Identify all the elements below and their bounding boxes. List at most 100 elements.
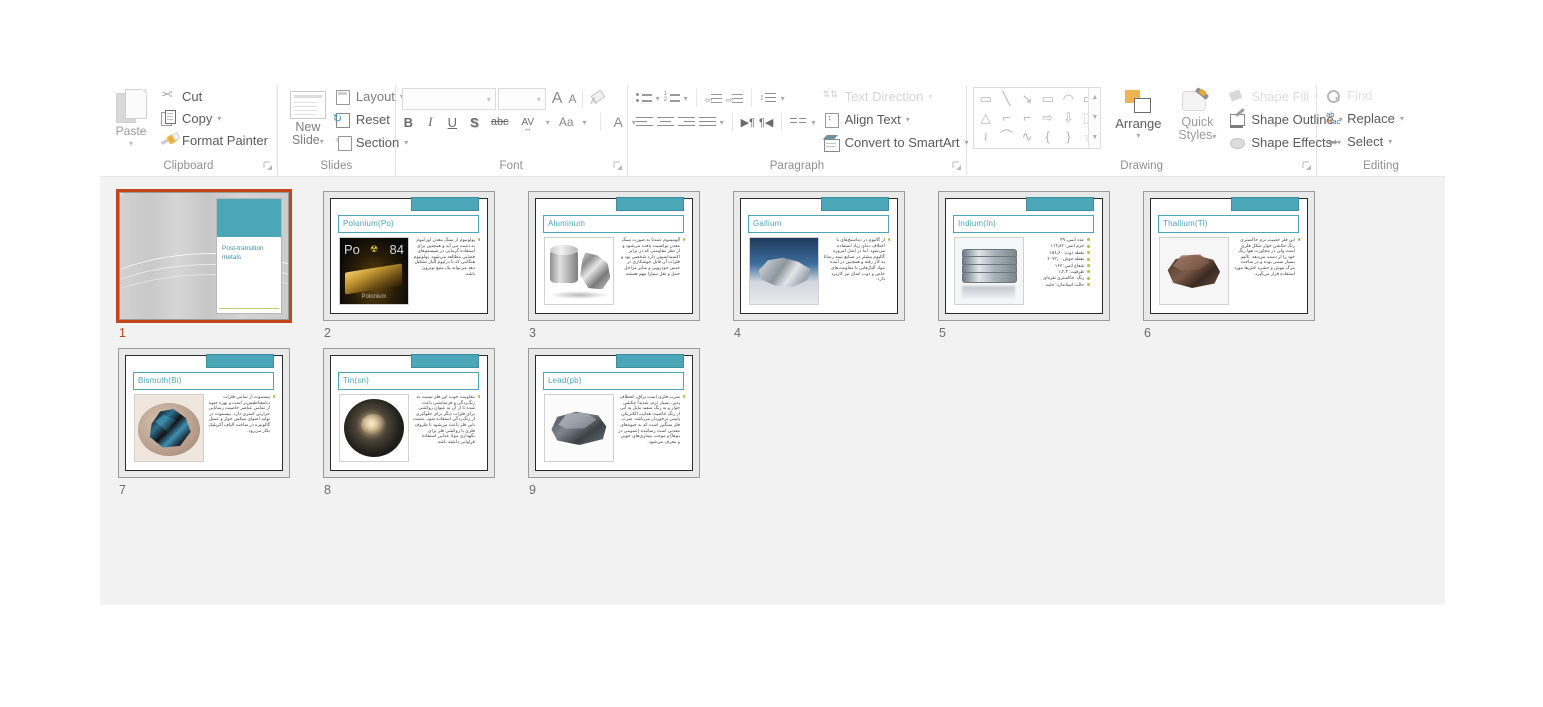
slide-thumbnail-canvas[interactable]: Indium(In) عدد اتمی: ۴۹ جرم اتمی: ۱۱۴٫۸۲ ن… xyxy=(938,191,1110,321)
slide-thumbnail-frame[interactable]: Polonium(Po) Po ☢ 84 Polonium پولونیوم ا… xyxy=(321,189,497,323)
change-case-button[interactable]: Aa xyxy=(559,115,574,129)
slide-thumbnail-frame[interactable]: Lead(pb) سرب فلزی است براق، انعطاف پذیر،… xyxy=(526,346,702,480)
clipboard-dialog-launcher[interactable] xyxy=(263,161,273,171)
slide-thumbnail-canvas[interactable]: Lead(pb) سرب فلزی است براق، انعطاف پذیر،… xyxy=(528,348,700,478)
copy-caret-icon[interactable]: ▾ xyxy=(217,114,221,123)
bullets-caret-icon[interactable]: ▾ xyxy=(656,94,660,103)
arrange-caret-icon[interactable]: ▾ xyxy=(1109,131,1167,140)
slide-thumbnail-4[interactable]: Gallium از گالیوم در دماسنج‌های با اختلا… xyxy=(731,189,936,340)
slide-thumbnail-frame[interactable]: Indium(In) عدد اتمی: ۴۹ جرم اتمی: ۱۱۴٫۸۲ ن… xyxy=(936,189,1112,323)
strikethrough-button[interactable]: abc xyxy=(490,116,510,128)
quick-styles-button[interactable]: Quick Styles▾ xyxy=(1171,87,1223,143)
shape-option-icon[interactable]: ⌐ xyxy=(997,109,1016,127)
text-shadow-button[interactable]: S xyxy=(468,115,481,130)
columns-icon[interactable] xyxy=(790,116,807,129)
change-case-caret-icon[interactable]: ▾ xyxy=(583,118,587,127)
slide-thumbnail-frame[interactable]: Aluminum آلومینیوم عمدتاً به صورت سنگ مع… xyxy=(526,189,702,323)
paste-caret-icon[interactable]: ▾ xyxy=(108,139,154,148)
shape-option-icon[interactable]: ⌐ xyxy=(1018,109,1037,127)
ltr-text-direction-icon[interactable]: ▶¶ xyxy=(741,116,755,129)
drawing-dialog-launcher[interactable] xyxy=(1302,161,1312,171)
arrange-button[interactable]: Arrange ▾ xyxy=(1109,87,1167,140)
character-spacing-caret-icon[interactable]: ▾ xyxy=(546,118,550,127)
character-spacing-button[interactable]: AV ↔ xyxy=(519,117,537,133)
align-text-caret-icon[interactable]: ▾ xyxy=(906,115,910,124)
rtl-text-direction-icon[interactable]: ¶◀ xyxy=(759,116,773,129)
numbering-icon[interactable]: 1 2 xyxy=(664,91,680,105)
shape-option-icon[interactable]: ↘ xyxy=(1018,90,1037,108)
shapes-gallery-scrollbar[interactable]: ▲ ▼ ▼ xyxy=(1088,88,1101,148)
clear-formatting-button[interactable]: A xyxy=(589,89,607,108)
underline-button[interactable]: U xyxy=(446,115,459,130)
shape-option-icon[interactable]: ▭ xyxy=(1038,90,1057,108)
find-button[interactable]: Find xyxy=(1325,85,1404,107)
slide-thumbnail-canvas[interactable]: Tin(sn) مقاومت خوب این فلز نسبت به زنگ‌ز… xyxy=(323,348,495,478)
new-slide-caret-icon[interactable]: ▾ xyxy=(320,137,324,146)
quick-styles-caret-icon[interactable]: ▾ xyxy=(1212,132,1216,141)
cut-button[interactable]: Cut xyxy=(160,85,268,107)
shape-option-icon[interactable]: ⇨ xyxy=(1038,109,1057,127)
shape-option-icon[interactable]: ⇩ xyxy=(1059,109,1078,127)
increase-font-size-button[interactable]: A xyxy=(552,90,563,108)
slide-thumbnail-canvas[interactable]: Post-transition metals xyxy=(119,192,289,320)
shapes-more-icon[interactable]: ▼ xyxy=(1089,128,1100,148)
font-color-button[interactable]: A xyxy=(614,114,623,130)
replace-caret-icon[interactable]: ▾ xyxy=(1400,114,1404,123)
slide-thumbnail-canvas[interactable]: Bismuth(Bi) بیسموت از تمامی فلزات دیامغن… xyxy=(118,348,290,478)
slide-thumbnail-canvas[interactable]: Thallium(Tl) این فلز خصیت نرم خاکستری رن… xyxy=(1143,191,1315,321)
format-painter-button[interactable]: Format Painter xyxy=(160,129,268,151)
align-text-button[interactable]: ↕ Align Text ▾ xyxy=(823,108,969,131)
align-left-icon[interactable] xyxy=(635,116,653,129)
line-spacing-icon[interactable]: ↕ xyxy=(760,92,777,105)
shape-option-icon[interactable]: ◠ xyxy=(1059,90,1078,108)
shapes-scroll-down-icon[interactable]: ▼ xyxy=(1089,108,1100,128)
slide-thumbnail-6[interactable]: Thallium(Tl) این فلز خصیت نرم خاکستری رن… xyxy=(1141,189,1346,340)
font-dialog-launcher[interactable] xyxy=(613,161,623,171)
align-center-icon[interactable] xyxy=(656,116,674,129)
slide-thumbnail-8[interactable]: Tin(sn) مقاومت خوب این فلز نسبت به زنگ‌ز… xyxy=(321,346,526,497)
italic-button[interactable]: I xyxy=(424,114,437,130)
slide-thumbnail-frame[interactable]: Post-transition metals xyxy=(116,189,292,323)
slide-thumbnail-9[interactable]: Lead(pb) سرب فلزی است براق، انعطاف پذیر،… xyxy=(526,346,731,497)
font-size-caret-icon[interactable]: ▾ xyxy=(537,95,541,104)
convert-to-smartart-button[interactable]: Convert to SmartArt ▾ xyxy=(822,131,969,154)
shape-option-icon[interactable]: ⌒ xyxy=(997,128,1016,146)
justify-caret-icon[interactable]: ▾ xyxy=(720,118,724,127)
font-name-input[interactable]: ▾ xyxy=(401,88,496,110)
slide-thumbnail-canvas[interactable]: Aluminum آلومینیوم عمدتاً به صورت سنگ مع… xyxy=(528,191,700,321)
line-spacing-caret-icon[interactable]: ▾ xyxy=(781,94,785,103)
slide-thumbnail-7[interactable]: Bismuth(Bi) بیسموت از تمامی فلزات دیامغن… xyxy=(116,346,321,497)
increase-indent-icon[interactable]: ⇨ xyxy=(726,92,743,105)
shape-option-icon[interactable]: { xyxy=(1038,128,1057,146)
shape-option-icon[interactable]: ╲ xyxy=(997,90,1016,108)
replace-button[interactable]: ab ↪ac Replace ▾ xyxy=(1325,107,1404,130)
slide-thumbnail-5[interactable]: Indium(In) عدد اتمی: ۴۹ جرم اتمی: ۱۱۴٫۸۲ ن… xyxy=(936,189,1141,340)
shapes-scroll-up-icon[interactable]: ▲ xyxy=(1089,88,1100,108)
shape-option-icon[interactable]: ≀ xyxy=(976,128,995,146)
new-slide-button[interactable]: New Slide▾ xyxy=(284,87,332,148)
slide-thumbnail-frame[interactable]: Thallium(Tl) این فلز خصیت نرم خاکستری رن… xyxy=(1141,189,1317,323)
shape-option-icon[interactable]: △ xyxy=(976,109,995,127)
paragraph-dialog-launcher[interactable] xyxy=(952,161,962,171)
font-name-caret-icon[interactable]: ▾ xyxy=(487,95,491,104)
bold-button[interactable]: B xyxy=(402,115,415,130)
slide-thumbnail-frame[interactable]: Tin(sn) مقاومت خوب این فلز نسبت به زنگ‌ز… xyxy=(321,346,497,480)
slide-thumbnail-canvas[interactable]: Polonium(Po) Po ☢ 84 Polonium پولونیوم ا… xyxy=(323,191,495,321)
slide-sorter-workspace[interactable]: Post-transition metals 1 Polonium(Po) Po… xyxy=(100,176,1445,605)
shape-option-icon[interactable]: ∿ xyxy=(1018,128,1037,146)
align-right-icon[interactable] xyxy=(677,116,695,129)
slide-thumbnail-3[interactable]: Aluminum آلومینیوم عمدتاً به صورت سنگ مع… xyxy=(526,189,731,340)
bullets-icon[interactable] xyxy=(635,91,652,105)
shape-option-icon[interactable]: } xyxy=(1059,128,1078,146)
slide-thumbnail-canvas[interactable]: Gallium از گالیوم در دماسنج‌های با اختلا… xyxy=(733,191,905,321)
text-direction-caret-icon[interactable]: ▾ xyxy=(928,92,932,101)
columns-caret-icon[interactable]: ▾ xyxy=(811,118,815,127)
copy-button[interactable]: Copy ▾ xyxy=(160,107,268,129)
select-button[interactable]: ➦ Select ▾ xyxy=(1325,130,1404,153)
slide-thumbnail-2[interactable]: Polonium(Po) Po ☢ 84 Polonium پولونیوم ا… xyxy=(321,189,526,340)
select-caret-icon[interactable]: ▾ xyxy=(1388,137,1392,146)
justify-icon[interactable] xyxy=(698,116,716,129)
decrease-indent-icon[interactable]: ⇦ xyxy=(705,92,722,105)
decrease-font-size-button[interactable]: A xyxy=(568,92,576,106)
paste-button[interactable]: Paste ▾ xyxy=(108,87,154,149)
